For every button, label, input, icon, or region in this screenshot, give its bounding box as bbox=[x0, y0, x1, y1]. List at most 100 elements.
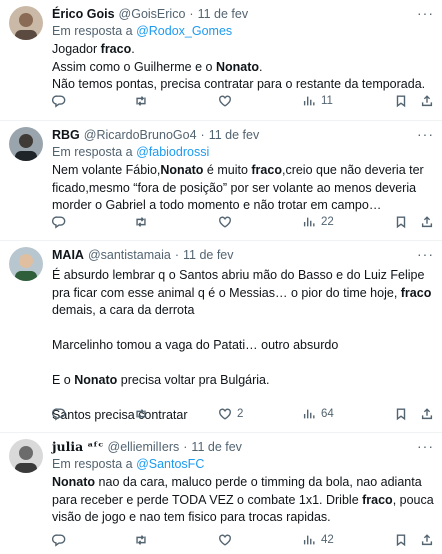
tweet[interactable]: MAIA @santistamaia · 11 de fev ··· É abs… bbox=[0, 240, 442, 432]
reply-button[interactable] bbox=[52, 407, 71, 421]
share-button[interactable] bbox=[420, 94, 434, 108]
tweet-header: MAIA @santistamaia · 11 de fev ··· bbox=[52, 247, 434, 263]
views-icon bbox=[303, 535, 315, 545]
more-icon[interactable]: ··· bbox=[417, 127, 434, 141]
tweet-date[interactable]: 11 de fev bbox=[183, 247, 234, 263]
tweet-date[interactable]: 11 de fev bbox=[209, 127, 260, 143]
text-run: é muito bbox=[203, 163, 252, 177]
text-run: E o bbox=[52, 373, 75, 387]
tweet[interactable]: RBG @RicardoBrunoGo4 · 11 de fev ··· Em … bbox=[0, 120, 442, 240]
share-button[interactable] bbox=[420, 407, 434, 421]
user-handle[interactable]: @santistamaia bbox=[88, 247, 171, 263]
text-run: . bbox=[259, 59, 263, 74]
avatar[interactable] bbox=[9, 247, 43, 281]
display-name[interactable]: MAIA bbox=[52, 247, 84, 263]
views-button[interactable]: 11 bbox=[302, 94, 333, 108]
separator-dot: · bbox=[189, 7, 194, 21]
bookmark-button[interactable] bbox=[394, 215, 408, 229]
avatar[interactable] bbox=[9, 439, 43, 473]
like-icon bbox=[219, 216, 231, 228]
retweet-button[interactable] bbox=[134, 407, 153, 421]
separator-dot: · bbox=[200, 128, 205, 142]
avatar[interactable] bbox=[9, 6, 43, 40]
like-button[interactable] bbox=[218, 533, 237, 547]
reply-button[interactable] bbox=[52, 94, 71, 108]
tweet-paragraph: Não temos pontas, precisa contratar para… bbox=[52, 76, 434, 94]
highlight-keyword: fraco bbox=[251, 163, 282, 177]
text-run: Não temos pontas, precisa contratar para… bbox=[52, 77, 426, 91]
tweet-paragraph: E o Nonato precisa voltar pra Bulgária. bbox=[52, 372, 434, 390]
like-button[interactable] bbox=[218, 94, 237, 108]
views-button[interactable]: 22 bbox=[302, 215, 334, 229]
reply-icon bbox=[52, 534, 66, 547]
display-name[interactable]: RBG bbox=[52, 127, 80, 143]
user-handle[interactable]: @elliemilIers bbox=[108, 439, 180, 455]
tweet-paragraph: Nem volante Fábio,Nonato é muito fraco,c… bbox=[52, 162, 434, 215]
reply-mention-link[interactable]: @Rodox_Gomes bbox=[136, 24, 232, 38]
like-button[interactable]: 2 bbox=[218, 407, 243, 421]
highlight-keyword: fraco bbox=[400, 285, 432, 300]
bookmark-icon bbox=[396, 216, 406, 229]
like-count: 2 bbox=[237, 408, 244, 420]
view-count: 64 bbox=[321, 408, 334, 420]
reply-mention-link[interactable]: @SantosFC bbox=[136, 457, 204, 471]
bookmark-icon bbox=[396, 534, 406, 547]
highlight-keyword: fraco bbox=[362, 492, 393, 507]
retweet-icon bbox=[136, 96, 146, 106]
bookmark-button[interactable] bbox=[394, 533, 408, 547]
retweet-button[interactable] bbox=[134, 215, 153, 229]
action-bar: 42 bbox=[52, 531, 434, 549]
text-run: É absurdo lembrar q o Santos abriu mão d… bbox=[52, 268, 428, 300]
reply-mention-link[interactable]: @fabiodrossi bbox=[136, 145, 209, 159]
retweet-button[interactable] bbox=[134, 533, 153, 547]
text-run: . bbox=[131, 42, 135, 56]
more-icon[interactable]: ··· bbox=[417, 6, 434, 20]
more-icon[interactable]: ··· bbox=[417, 439, 434, 453]
tweet[interactable]: Érico Gois @GoisErico · 11 de fev ··· Em… bbox=[0, 0, 442, 120]
reply-icon bbox=[52, 216, 66, 229]
tweet-text: Nem volante Fábio,Nonato é muito fraco,c… bbox=[52, 162, 434, 215]
reply-prefix: Em resposta a bbox=[52, 24, 137, 38]
tweet-paragraph bbox=[52, 355, 434, 373]
share-button[interactable] bbox=[420, 215, 434, 229]
reply-icon bbox=[52, 95, 66, 108]
user-handle[interactable]: @GoisErico bbox=[119, 6, 186, 22]
views-button[interactable]: 64 bbox=[302, 407, 334, 421]
tweet-paragraph: Assim como o Guilherme e o Nonato. bbox=[52, 59, 434, 77]
tweet-date[interactable]: 11 de fev bbox=[191, 439, 242, 455]
tweet-date[interactable]: 11 de fev bbox=[198, 6, 249, 22]
tweet-text: Nonato nao da cara, maluco perde o timmi… bbox=[52, 474, 434, 527]
like-button[interactable] bbox=[218, 215, 237, 229]
highlight-keyword: Nonato bbox=[160, 163, 204, 177]
tweet-paragraph: Marcelinho tomou a vaga do Patati… outro… bbox=[52, 337, 434, 355]
views-button[interactable]: 42 bbox=[302, 533, 334, 547]
reply-prefix: Em resposta a bbox=[52, 145, 137, 159]
tweet-paragraph: Nonato nao da cara, maluco perde o timmi… bbox=[52, 474, 434, 527]
more-icon[interactable]: ··· bbox=[417, 247, 434, 261]
display-name[interactable]: Érico Gois bbox=[52, 6, 115, 22]
reply-icon bbox=[52, 408, 66, 421]
action-bar: 11 bbox=[52, 92, 434, 110]
avatar[interactable] bbox=[9, 127, 43, 161]
tweet[interactable]: julia ᵃᶠᶜ @elliemilIers · 11 de fev ··· … bbox=[0, 432, 442, 554]
action-bar: 2 64 bbox=[52, 405, 434, 423]
share-button[interactable] bbox=[420, 533, 434, 547]
share-icon bbox=[421, 534, 433, 546]
highlight-keyword: Nonato bbox=[215, 59, 260, 74]
display-name[interactable]: julia ᵃᶠᶜ bbox=[52, 439, 104, 455]
reply-button[interactable] bbox=[52, 533, 71, 547]
bookmark-button[interactable] bbox=[394, 407, 408, 421]
reply-button[interactable] bbox=[52, 215, 71, 229]
separator-dot: · bbox=[183, 440, 188, 454]
reply-context: Em resposta a @SantosFC bbox=[52, 456, 434, 473]
retweet-button[interactable] bbox=[134, 94, 153, 108]
bookmark-icon bbox=[396, 408, 406, 421]
views-icon bbox=[303, 217, 315, 227]
views-icon bbox=[303, 96, 315, 106]
bookmark-button[interactable] bbox=[394, 94, 408, 108]
tweet-paragraph: É absurdo lembrar q o Santos abriu mão d… bbox=[52, 267, 434, 320]
retweet-icon bbox=[136, 535, 146, 545]
user-handle[interactable]: @RicardoBrunoGo4 bbox=[84, 127, 197, 143]
share-icon bbox=[421, 95, 433, 107]
tweet-text: Jogador fraco. Assim como o Guilherme e o… bbox=[52, 41, 434, 94]
